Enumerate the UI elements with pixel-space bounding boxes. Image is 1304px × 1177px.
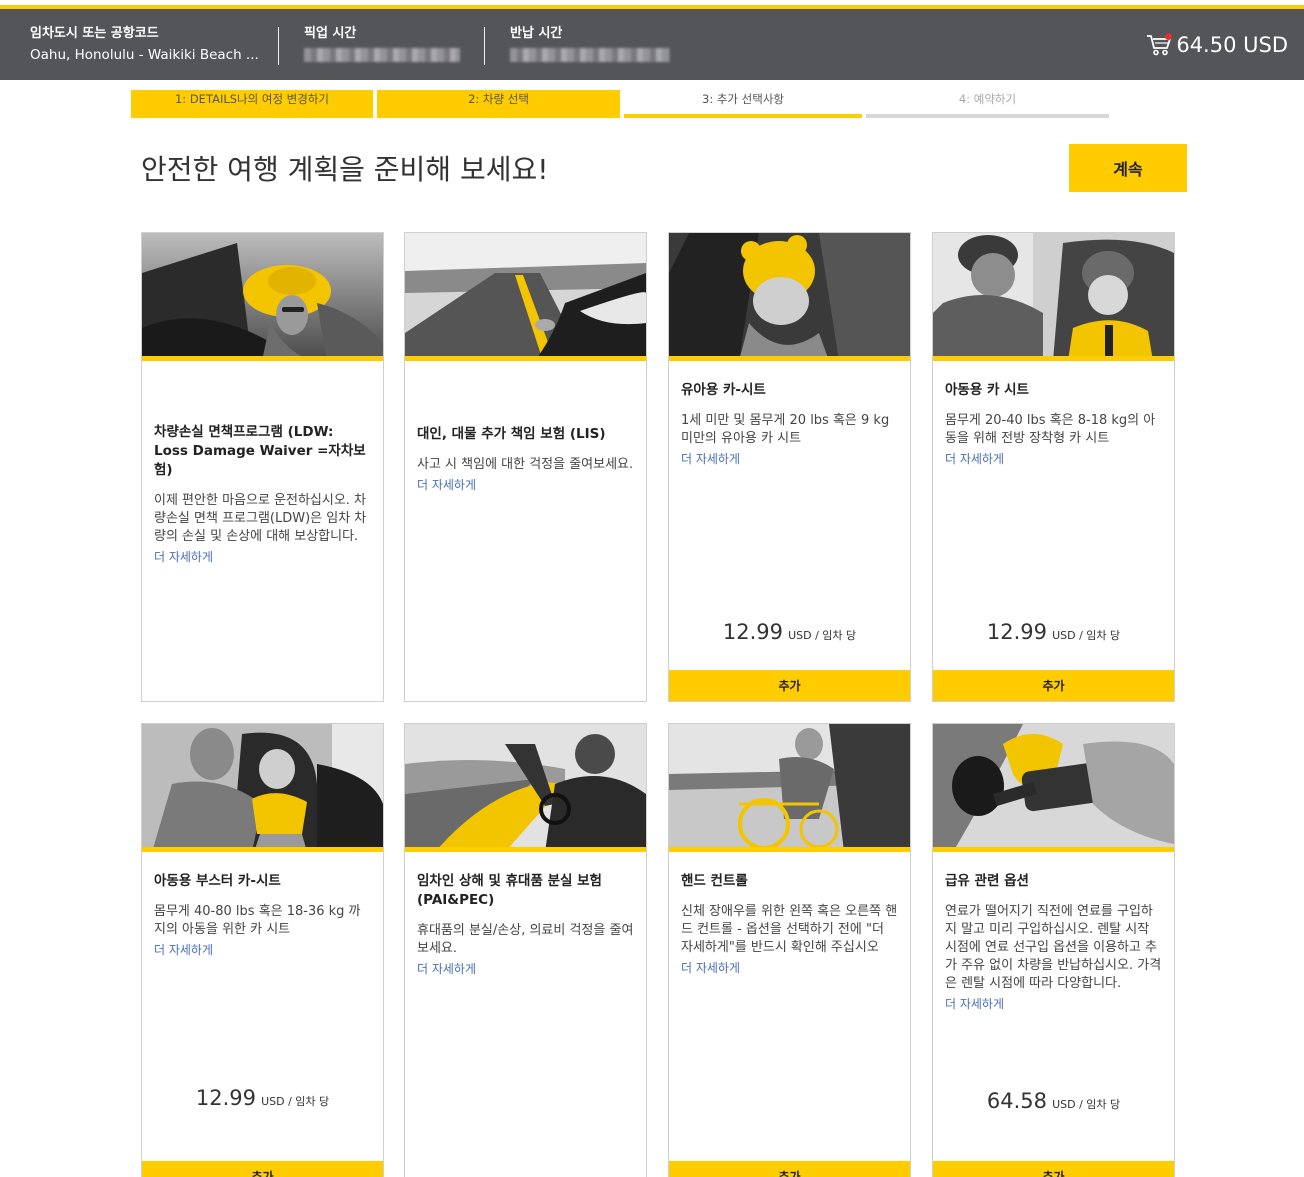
extra-card-ldw: 차량손실 면책프로그램 (LDW: Loss Damage Waiver =자차… <box>141 232 384 702</box>
price-amount: 12.99 <box>986 620 1047 644</box>
price-amount: 12.99 <box>722 620 783 644</box>
card-title: 임차인 상해 및 휴대품 분실 보험 (PAI&PEC) <box>417 873 602 908</box>
more-details-link[interactable]: 더 자세하게 <box>945 450 1162 468</box>
price-unit: USD / 임차 당 <box>261 1095 330 1108</box>
lis-image <box>405 233 646 361</box>
rental-summary-header: 임차도시 또는 공항코드 Oahu, Honolulu - Waikiki Be… <box>0 9 1304 80</box>
price-unit: USD / 임차 당 <box>1052 1098 1121 1111</box>
child-seat-image <box>933 233 1174 361</box>
pickup-value-redacted <box>304 48 460 62</box>
step-vehicle-select[interactable]: 2: 차량 선택 <box>377 90 620 118</box>
card-title: 급유 관련 옵션 <box>945 873 1029 889</box>
infant-seat-image <box>669 233 910 361</box>
extra-card-hand-controls: 핸드 컨트롤 신체 장애우를 위한 왼쪽 혹은 오른쪽 핸드 컨트롤 - 옵션을… <box>668 723 911 1177</box>
pai-pec-image <box>405 724 646 852</box>
price-unit: USD / 임차 당 <box>788 629 857 642</box>
more-details-link[interactable]: 더 자세하게 <box>681 450 898 468</box>
price-row: 12.99 USD / 임차 당 <box>142 1086 383 1110</box>
add-button[interactable]: 추가 <box>669 1161 910 1177</box>
card-title: 유아용 카-시트 <box>681 382 766 398</box>
extra-card-child-seat: 아동용 카 시트 몸무게 20-40 lbs 혹은 8-18 kg의 아동을 위… <box>932 232 1175 702</box>
extra-card-infant-seat: 유아용 카-시트 1세 미만 및 몸무게 20 lbs 혹은 9 kg 미만의 … <box>668 232 911 702</box>
card-description: 몸무게 40-80 lbs 혹은 18-36 kg 까지의 아동을 위한 카 시… <box>154 904 361 937</box>
return-summary[interactable]: 반납 시간 <box>510 26 670 66</box>
pickup-label: 픽업 시간 <box>304 26 357 41</box>
card-title: 핸드 컨트롤 <box>681 873 748 889</box>
card-title: 대인, 대물 추가 책임 보험 (LIS) <box>417 426 606 442</box>
more-details-link[interactable]: 더 자세하게 <box>154 548 371 566</box>
fuel-option-image <box>933 724 1174 852</box>
add-button[interactable]: 추가 <box>669 670 910 701</box>
page-title: 안전한 여행 계획을 준비해 보세요! <box>141 153 549 186</box>
card-title: 아동용 부스터 카-시트 <box>154 873 281 889</box>
add-button[interactable]: 추가 <box>933 1161 1174 1177</box>
ldw-image <box>142 233 383 361</box>
card-title: 차량손실 면책프로그램 (LDW: Loss Damage Waiver =자차… <box>154 424 366 478</box>
extra-card-booster-seat: 아동용 부스터 카-시트 몸무게 40-80 lbs 혹은 18-36 kg 까… <box>141 723 384 1177</box>
cart-total: 64.50 USD <box>1176 33 1288 57</box>
extra-card-pai-pec: 임차인 상해 및 휴대품 분실 보험 (PAI&PEC) 휴대품의 분실/손상,… <box>404 723 647 1177</box>
return-value-redacted <box>510 48 670 62</box>
card-description: 몸무게 20-40 lbs 혹은 8-18 kg의 아동을 위해 전방 장착형 … <box>945 413 1156 446</box>
card-description: 연료가 떨어지기 직전에 연료를 구입하지 말고 미리 구입하십시오. 렌탈 시… <box>945 904 1162 991</box>
step-reserve: 4: 예약하기 <box>866 90 1109 118</box>
card-description: 이제 편안한 마음으로 운전하십시오. 차량손실 면책 프로그램(LDW)은 임… <box>154 493 367 544</box>
cart-summary[interactable]: 64.50 USD <box>1146 31 1288 59</box>
header-divider <box>278 27 279 65</box>
price-row: 12.99 USD / 임차 당 <box>669 620 910 644</box>
more-details-link[interactable]: 더 자세하게 <box>154 941 371 959</box>
more-details-link[interactable]: 더 자세하게 <box>417 476 634 494</box>
price-row: 64.58 USD / 임차 당 <box>933 1089 1174 1113</box>
header-divider <box>484 27 485 65</box>
booking-progress-steps: 1: DETAILS나의 여정 변경하기 2: 차량 선택 3: 추가 선택사항… <box>131 90 1113 118</box>
booster-seat-image <box>142 724 383 852</box>
card-description: 신체 장애우를 위한 왼쪽 혹은 오른쪽 핸드 컨트롤 - 옵션을 선택하기 전… <box>681 904 898 955</box>
location-summary[interactable]: 임차도시 또는 공항코드 Oahu, Honolulu - Waikiki Be… <box>30 26 259 64</box>
card-title: 아동용 카 시트 <box>945 382 1029 398</box>
more-details-link[interactable]: 더 자세하게 <box>417 960 634 978</box>
location-value: Oahu, Honolulu - Waikiki Beach ... <box>30 47 259 63</box>
continue-button[interactable]: 계속 <box>1069 144 1187 192</box>
price-amount: 12.99 <box>195 1086 256 1110</box>
shopping-cart-icon <box>1146 33 1173 57</box>
card-description: 휴대품의 분실/손상, 의료비 걱정을 줄여보세요. <box>417 923 634 956</box>
add-button[interactable]: 추가 <box>142 1161 383 1177</box>
more-details-link[interactable]: 더 자세하게 <box>681 959 898 977</box>
card-description: 사고 시 책임에 대한 걱정을 줄여보세요. <box>417 457 634 472</box>
extra-card-fuel-option: 급유 관련 옵션 연료가 떨어지기 직전에 연료를 구입하지 말고 미리 구입하… <box>932 723 1175 1177</box>
price-unit: USD / 임차 당 <box>1052 629 1121 642</box>
more-details-link[interactable]: 더 자세하게 <box>945 995 1162 1013</box>
step-trip-details[interactable]: 1: DETAILS나의 여정 변경하기 <box>131 90 373 118</box>
location-label: 임차도시 또는 공항코드 <box>30 26 159 41</box>
price-row: 12.99 USD / 임차 당 <box>933 620 1174 644</box>
step-extras: 3: 추가 선택사항 <box>624 90 862 118</box>
add-button[interactable]: 추가 <box>933 670 1174 701</box>
hand-controls-image <box>669 724 910 852</box>
pickup-summary[interactable]: 픽업 시간 <box>304 26 460 66</box>
price-amount: 64.58 <box>986 1089 1047 1113</box>
extra-card-lis: 대인, 대물 추가 책임 보험 (LIS) 사고 시 책임에 대한 걱정을 줄여… <box>404 232 647 702</box>
return-label: 반납 시간 <box>510 26 563 41</box>
card-description: 1세 미만 및 몸무게 20 lbs 혹은 9 kg 미만의 유아용 카 시트 <box>681 413 890 446</box>
